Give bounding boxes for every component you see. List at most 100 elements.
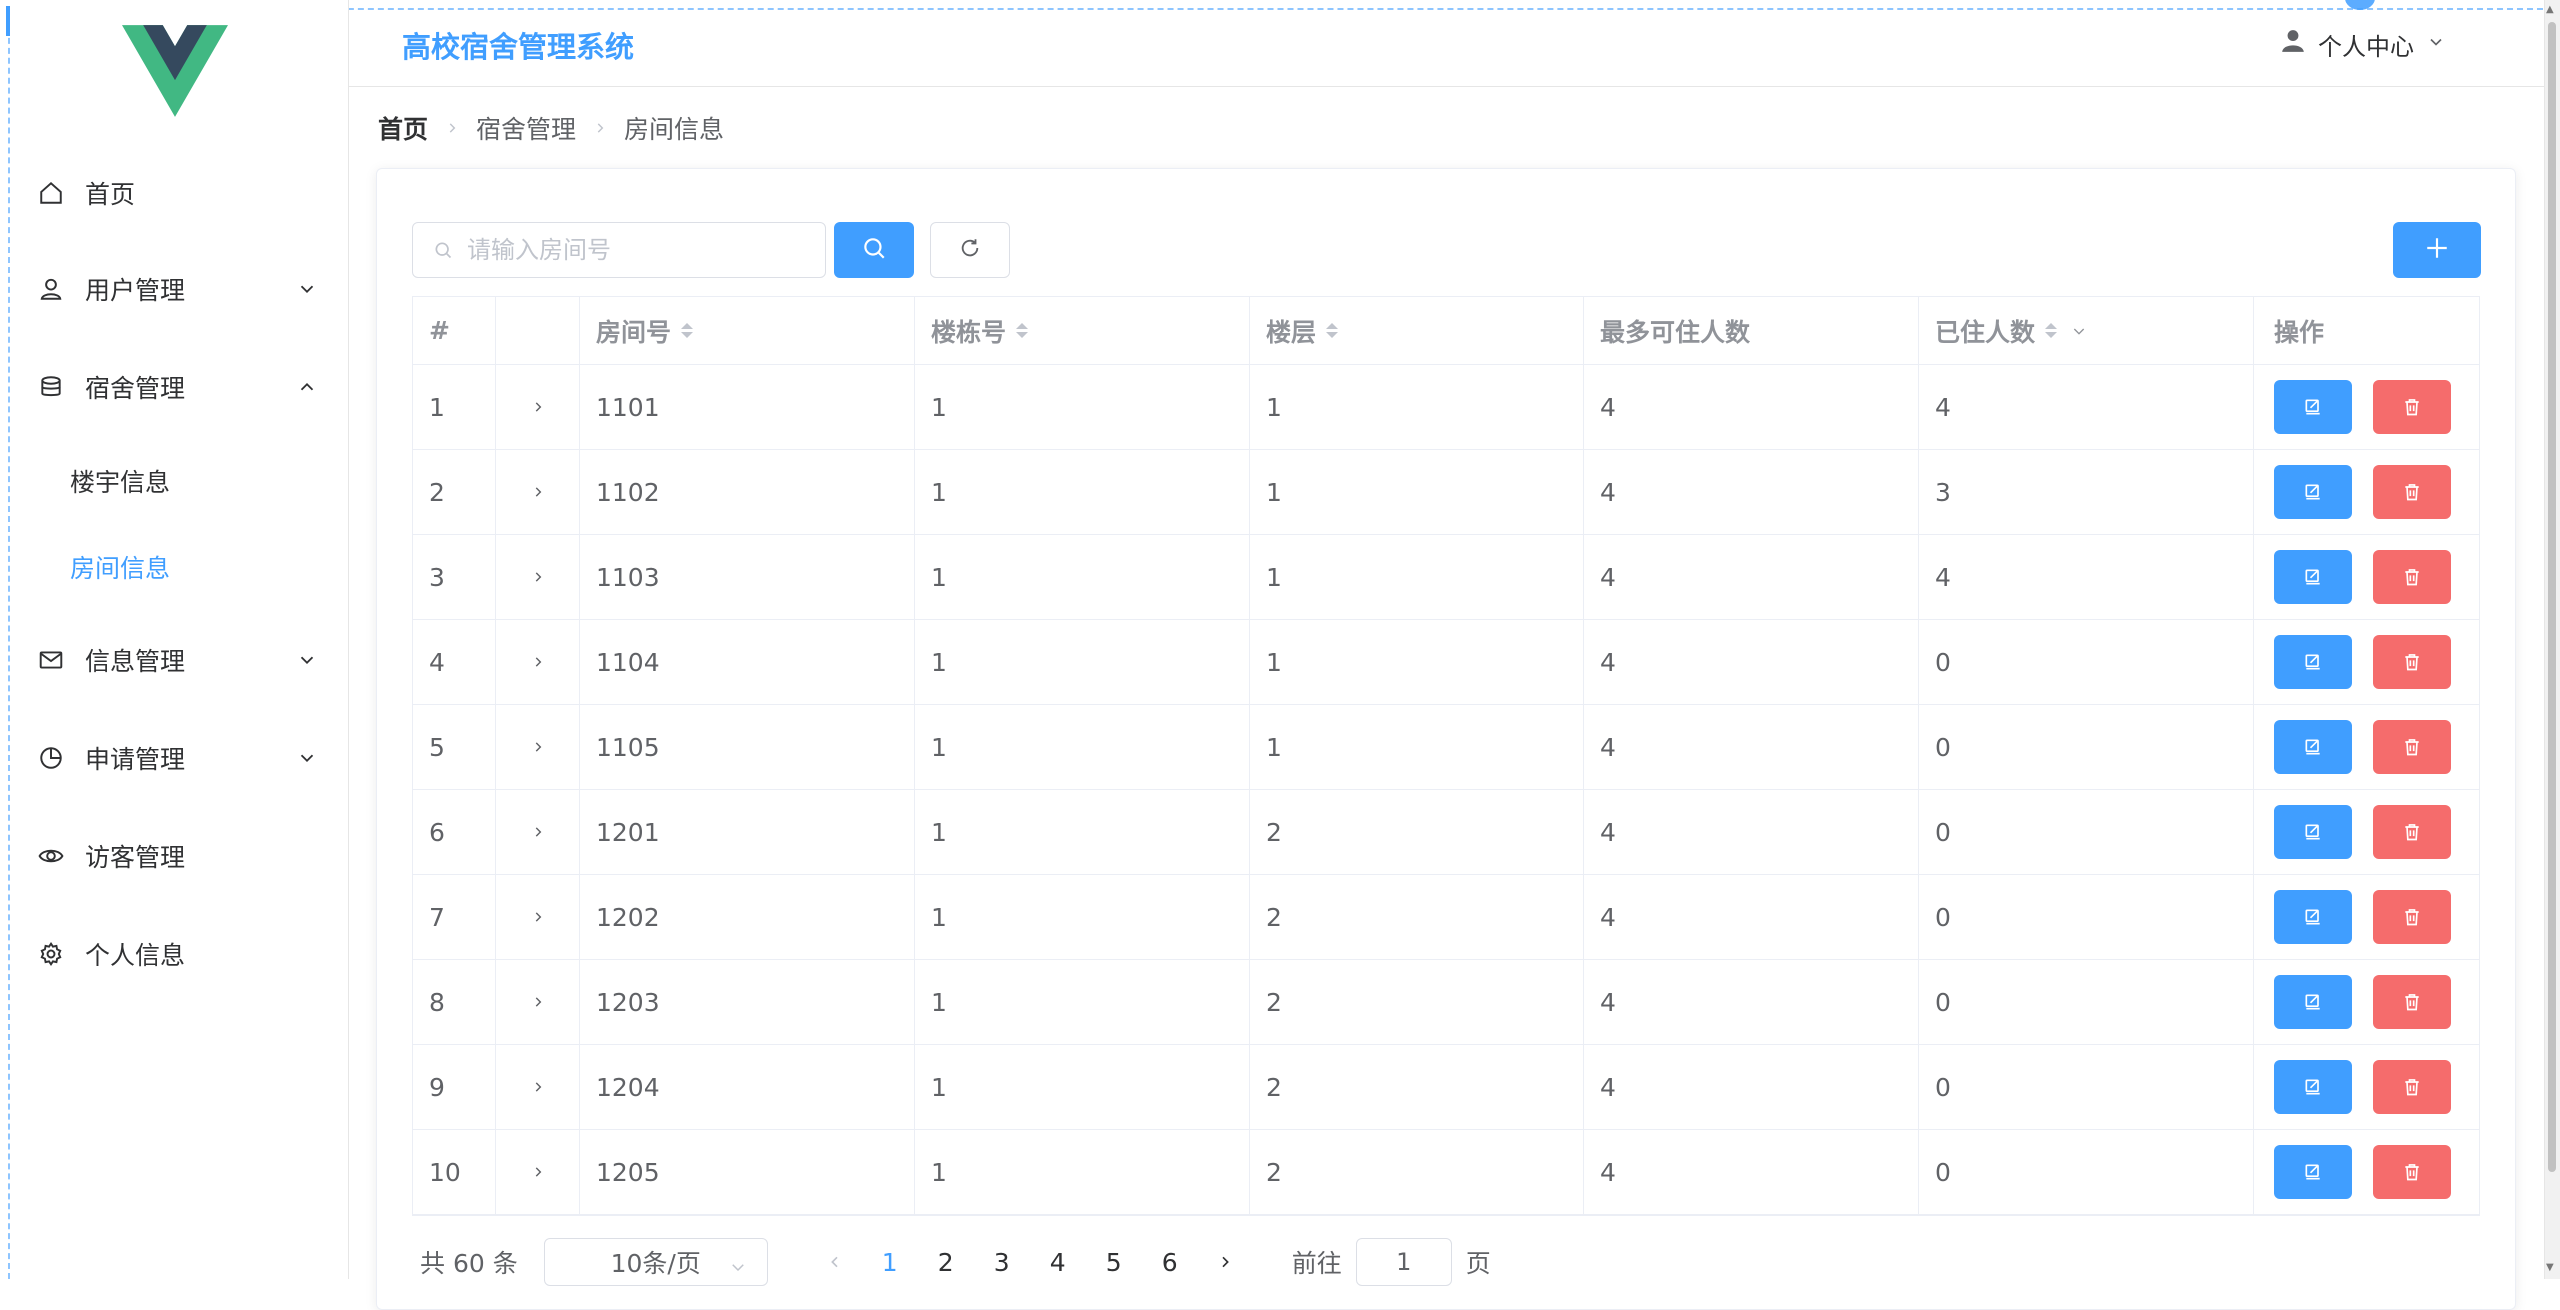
page-number-button[interactable]: 5 xyxy=(1086,1248,1142,1277)
sort-caret-icon[interactable] xyxy=(1016,323,1029,338)
edit-button[interactable] xyxy=(2274,805,2352,859)
column-header-building-number[interactable]: 楼栋号 xyxy=(915,297,1250,364)
cell-expand xyxy=(496,705,580,789)
sidebar: 首页 用户管理 宿舍管理 楼宇信息 房间信息 信息管理 申请管理 访客管理 个人… xyxy=(10,0,349,1279)
delete-button[interactable] xyxy=(2373,890,2451,944)
column-header-room-number[interactable]: 房间号 xyxy=(580,297,915,364)
goto-prefix: 前往 xyxy=(1291,1249,1342,1278)
sidebar-subitem-room-info[interactable]: 房间信息 xyxy=(10,527,348,607)
scroll-down-arrow-icon[interactable]: ▼ xyxy=(2546,1262,2554,1273)
cell-building-number: 1 xyxy=(915,705,1250,789)
edit-button[interactable] xyxy=(2274,465,2352,519)
delete-button[interactable] xyxy=(2373,1145,2451,1199)
column-header-current-occupancy[interactable]: 已住人数 xyxy=(1919,297,2254,364)
delete-icon xyxy=(2405,484,2419,501)
delete-icon xyxy=(2405,399,2419,416)
delete-button[interactable] xyxy=(2373,550,2451,604)
scrollbar-thumb[interactable] xyxy=(2548,22,2556,1172)
sidebar-item-info-management[interactable]: 信息管理 xyxy=(10,620,348,700)
table-row: 9 1204 1 2 4 0 xyxy=(413,1045,2479,1130)
room-search-field[interactable] xyxy=(412,222,826,278)
cell-floor: 1 xyxy=(1250,705,1584,789)
filter-chevron-icon[interactable] xyxy=(2071,322,2089,340)
table-row: 5 1105 1 1 4 0 xyxy=(413,705,2479,790)
delete-button[interactable] xyxy=(2373,465,2451,519)
cell-current-occupancy: 0 xyxy=(1919,790,2254,874)
expand-row-chevron-icon[interactable] xyxy=(530,399,546,415)
cell-index: 1 xyxy=(413,365,496,449)
page-number-button[interactable]: 4 xyxy=(1030,1248,1086,1277)
sidebar-item-home[interactable]: 首页 xyxy=(10,153,348,233)
edit-button[interactable] xyxy=(2274,975,2352,1029)
delete-button[interactable] xyxy=(2373,635,2451,689)
edit-button[interactable] xyxy=(2274,720,2352,774)
table-row: 6 1201 1 2 4 0 xyxy=(413,790,2479,875)
sidebar-item-visitor-management[interactable]: 访客管理 xyxy=(10,816,348,896)
page-number-button[interactable]: 6 xyxy=(1142,1248,1198,1277)
sidebar-item-label: 首页 xyxy=(85,180,136,209)
room-search-input[interactable] xyxy=(465,235,809,265)
sidebar-item-application-management[interactable]: 申请管理 xyxy=(10,718,348,798)
expand-row-chevron-icon[interactable] xyxy=(530,909,546,925)
expand-row-chevron-icon[interactable] xyxy=(530,1164,546,1180)
edit-button[interactable] xyxy=(2274,380,2352,434)
cell-expand xyxy=(496,960,580,1044)
column-header-floor[interactable]: 楼层 xyxy=(1250,297,1584,364)
sidebar-item-user-management[interactable]: 用户管理 xyxy=(10,249,348,329)
sidebar-item-dorm-management[interactable]: 宿舍管理 xyxy=(10,347,348,427)
plus-icon xyxy=(2424,235,2450,265)
expand-row-chevron-icon[interactable] xyxy=(530,484,546,500)
scroll-up-arrow-icon[interactable]: ▲ xyxy=(2546,4,2554,15)
expand-row-chevron-icon[interactable] xyxy=(530,739,546,755)
cell-current-occupancy: 0 xyxy=(1919,875,2254,959)
sort-caret-icon[interactable] xyxy=(2045,323,2058,338)
expand-row-chevron-icon[interactable] xyxy=(530,994,546,1010)
cell-building-number: 1 xyxy=(915,960,1250,1044)
reset-button[interactable] xyxy=(930,222,1010,278)
edit-button[interactable] xyxy=(2274,890,2352,944)
edit-button[interactable] xyxy=(2274,1145,2352,1199)
prev-page-button[interactable] xyxy=(820,1254,850,1270)
edit-button[interactable] xyxy=(2274,635,2352,689)
page-number-button[interactable]: 1 xyxy=(862,1248,918,1277)
delete-button[interactable] xyxy=(2373,1060,2451,1114)
cell-expand xyxy=(496,1045,580,1129)
sidebar-item-label: 宿舍管理 xyxy=(85,374,186,403)
delete-button[interactable] xyxy=(2373,975,2451,1029)
sort-caret-icon[interactable] xyxy=(1326,323,1339,338)
cell-room-number: 1202 xyxy=(580,875,915,959)
cell-current-occupancy: 0 xyxy=(1919,1130,2254,1214)
delete-button[interactable] xyxy=(2373,380,2451,434)
page-number-button[interactable]: 3 xyxy=(974,1248,1030,1277)
user-center-dropdown[interactable]: 个人中心 xyxy=(2280,26,2446,62)
expand-row-chevron-icon[interactable] xyxy=(530,654,546,670)
cell-expand xyxy=(496,535,580,619)
delete-icon xyxy=(2405,654,2419,671)
cell-building-number: 1 xyxy=(915,620,1250,704)
search-button[interactable] xyxy=(834,222,914,278)
cell-room-number: 1205 xyxy=(580,1130,915,1214)
delete-icon xyxy=(2405,739,2419,756)
table-header-row: # 房间号 楼栋号 楼层 最多可住人数 已住人数 操作 xyxy=(413,297,2479,365)
cell-actions xyxy=(2254,790,2479,874)
add-room-button[interactable] xyxy=(2393,222,2481,278)
sidebar-item-personal-info[interactable]: 个人信息 xyxy=(10,914,348,994)
breadcrumb-item-home[interactable]: 首页 xyxy=(378,110,428,146)
expand-row-chevron-icon[interactable] xyxy=(530,824,546,840)
delete-button[interactable] xyxy=(2373,805,2451,859)
delete-button[interactable] xyxy=(2373,720,2451,774)
page-number-button[interactable]: 2 xyxy=(918,1248,974,1277)
cell-actions xyxy=(2254,875,2479,959)
expand-row-chevron-icon[interactable] xyxy=(530,1079,546,1095)
message-icon xyxy=(36,645,66,675)
cell-room-number: 1102 xyxy=(580,450,915,534)
edit-button[interactable] xyxy=(2274,1060,2352,1114)
cell-current-occupancy: 0 xyxy=(1919,705,2254,789)
cell-building-number: 1 xyxy=(915,365,1250,449)
edit-button[interactable] xyxy=(2274,550,2352,604)
sidebar-subitem-building-info[interactable]: 楼宇信息 xyxy=(10,441,348,521)
expand-row-chevron-icon[interactable] xyxy=(530,569,546,585)
sort-caret-icon[interactable] xyxy=(681,323,694,338)
next-page-button[interactable] xyxy=(1210,1254,1240,1270)
cell-max-occupancy: 4 xyxy=(1584,1130,1919,1214)
